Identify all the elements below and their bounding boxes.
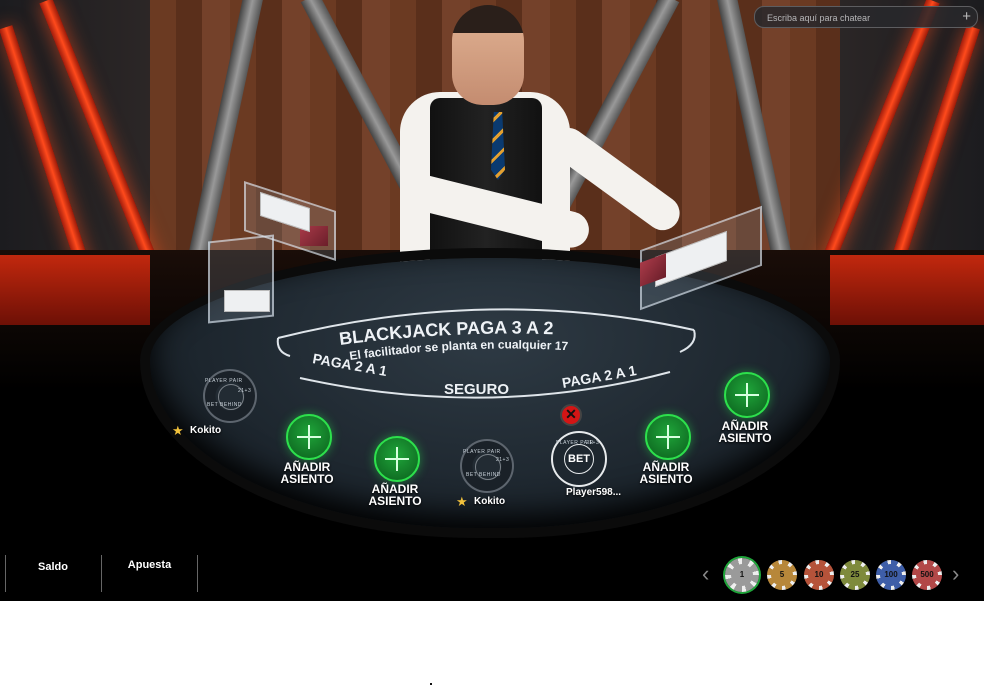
- insurance-text: SEGURO: [444, 381, 509, 398]
- chip-1[interactable]: 1: [725, 558, 759, 592]
- side-bet-label: 21+3: [238, 388, 252, 394]
- add-seat-button[interactable]: [374, 436, 420, 482]
- add-seat-label: AÑADIR ASIENTO: [280, 460, 334, 486]
- stray-dot: [430, 683, 432, 685]
- plus-icon[interactable]: +: [962, 8, 971, 25]
- side-bet-label: 21+3: [586, 440, 600, 446]
- star-icon: ★: [172, 423, 184, 438]
- add-seat-label: AÑADIR ASIENTO: [368, 482, 422, 508]
- add-seat-button[interactable]: [645, 414, 691, 460]
- chip-500[interactable]: 500: [912, 560, 942, 590]
- chip-value: 1: [731, 564, 753, 586]
- chip-value: 10: [808, 564, 830, 586]
- add-seat-button[interactable]: [286, 414, 332, 460]
- chip-5[interactable]: 5: [767, 560, 797, 590]
- player-pair-label: PLAYER PAIR: [205, 378, 243, 384]
- player-pair-label: PLAYER PAIR: [463, 449, 501, 455]
- chip-100[interactable]: 100: [876, 560, 906, 590]
- table-markings: BLACKJACK PAGA 3 A 2 El facilitador se p…: [276, 308, 696, 399]
- chat-input[interactable]: [765, 9, 949, 26]
- chip-value: 500: [916, 564, 938, 586]
- chip-value: 25: [844, 564, 866, 586]
- player-name: Player598...: [566, 487, 622, 498]
- chip-value: 100: [880, 564, 902, 586]
- chat-box: +: [754, 6, 978, 28]
- player-name: Kokito: [474, 496, 506, 507]
- bet-total-label: Apuesta: [127, 559, 172, 571]
- chip-10[interactable]: 10: [804, 560, 834, 590]
- player-name: Kokito: [190, 425, 222, 436]
- chip-25[interactable]: 25: [840, 560, 870, 590]
- add-seat-label: AÑADIR ASIENTO: [718, 419, 772, 445]
- leave-seat-close-icon[interactable]: ✕: [560, 404, 582, 426]
- chevron-right-icon[interactable]: ›: [952, 560, 959, 588]
- star-icon: ★: [456, 494, 468, 509]
- side-bet-label: 21+3: [496, 457, 510, 463]
- chevron-left-icon[interactable]: ‹: [702, 560, 709, 588]
- bet-label: BET: [564, 444, 594, 474]
- add-seat-button[interactable]: [724, 372, 770, 418]
- bet-behind-label: BET BEHIND: [207, 402, 242, 408]
- balance-label: Saldo: [38, 561, 68, 573]
- side-bet-spot[interactable]: [460, 439, 514, 493]
- game-stage: BLACKJACK PAGA 3 A 2 El facilitador se p…: [0, 0, 984, 601]
- add-seat-label: AÑADIR ASIENTO: [639, 460, 693, 486]
- bet-behind-label: BET BEHIND: [466, 472, 501, 478]
- divider: [197, 555, 198, 592]
- chip-value: 5: [771, 564, 793, 586]
